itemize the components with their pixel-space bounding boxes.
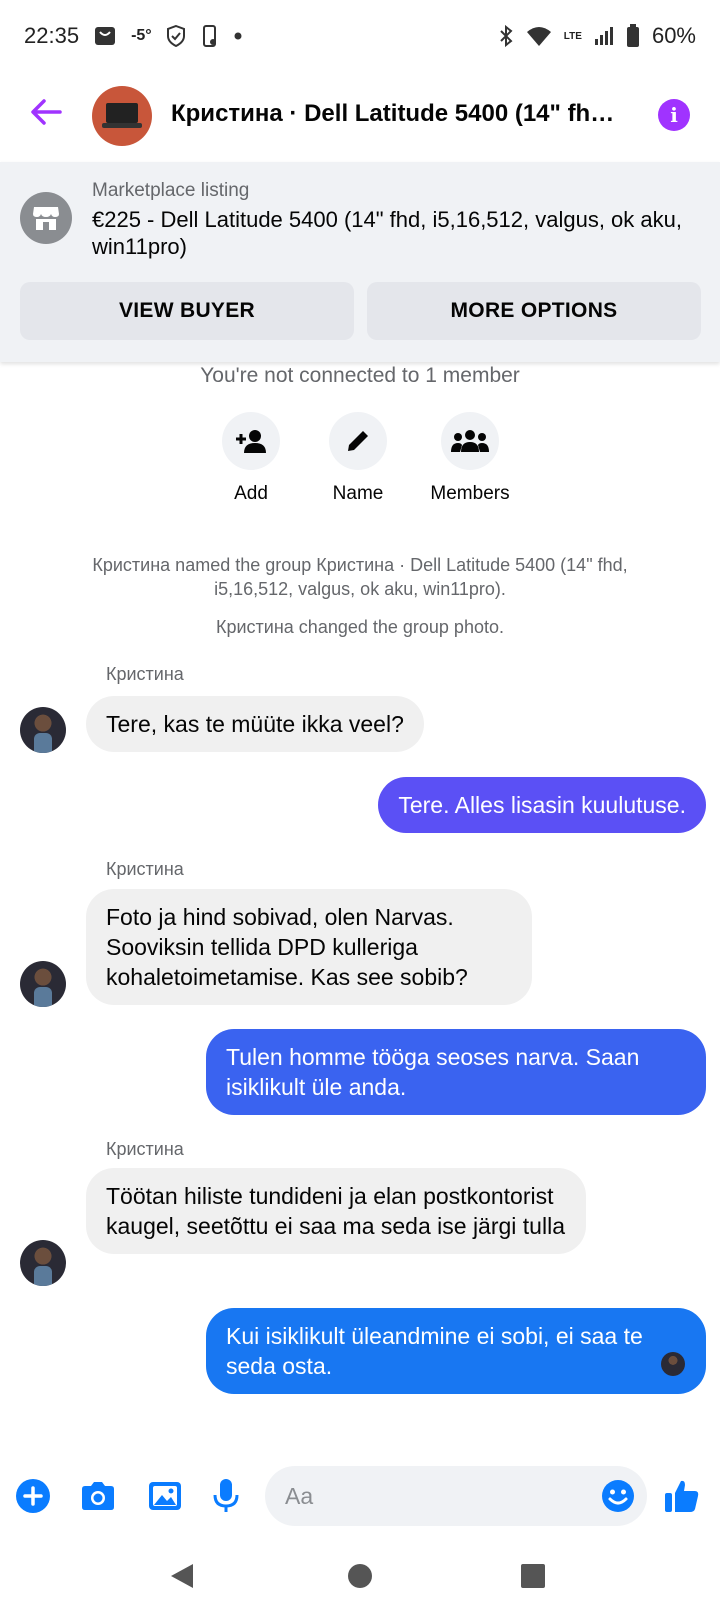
system-message-renamed: Кристина named the group Кристина · Dell… (92, 555, 628, 599)
wifi-icon (526, 25, 552, 47)
battery-percent: 60% (651, 23, 696, 48)
name-label: Name (332, 483, 384, 504)
shopping-bag-icon (93, 24, 117, 48)
marketplace-label: Marketplace listing (92, 180, 250, 201)
thumbs-up-icon (665, 1480, 699, 1512)
group-actions: Add Name Members (0, 412, 720, 512)
square-recents-icon (521, 1564, 545, 1588)
message-input-wrapper (265, 1466, 647, 1526)
plus-button[interactable] (11, 1474, 55, 1518)
seen-avatar (661, 1352, 685, 1376)
microphone-icon (213, 1479, 239, 1512)
group-avatar[interactable] (92, 86, 152, 146)
dot-icon (234, 32, 242, 40)
circle-home-icon (348, 1564, 372, 1588)
clock: 22:35 (24, 23, 80, 48)
message-outgoing[interactable]: Tulen homme tööga seoses narva. Saan isi… (206, 1029, 706, 1115)
message-outgoing[interactable]: Kui isiklikult üleandmine ei sobi, ei sa… (206, 1308, 706, 1394)
sender-name: Кристина (106, 1139, 184, 1159)
add-label: Add (234, 483, 268, 504)
storefront-icon (20, 192, 72, 244)
sender-avatar[interactable] (20, 707, 66, 753)
nav-home-button[interactable] (342, 1558, 378, 1594)
nav-recents-button[interactable] (515, 1558, 551, 1594)
info-button[interactable]: i (658, 99, 690, 131)
image-icon (149, 1482, 181, 1510)
add-person-icon (236, 430, 266, 453)
status-bar: 22:35 -5° LTE 60% (0, 0, 720, 72)
nav-back-button[interactable] (164, 1558, 200, 1594)
voice-button[interactable] (204, 1474, 248, 1518)
members-action[interactable]: Members (415, 412, 525, 505)
more-options-button[interactable]: MORE OPTIONS (367, 282, 701, 340)
not-connected-notice: You're not connected to 1 member (200, 364, 520, 387)
pencil-icon (348, 431, 368, 451)
smiley-icon (602, 1480, 634, 1512)
chat-title[interactable]: Кристина · Dell Latitude 5400 (14" fhd, … (171, 100, 626, 128)
message-incoming[interactable]: Tere, kas te müüte ikka veel? (86, 696, 424, 752)
triangle-back-icon (171, 1564, 193, 1588)
system-message-photo: Кристина changed the group photo. (216, 617, 504, 637)
add-member-action[interactable]: Add (196, 412, 306, 505)
bluetooth-icon (498, 24, 514, 48)
sender-name: Кристина (106, 859, 184, 879)
message-outgoing[interactable]: Tere. Alles lisasin kuulutuse. (378, 777, 706, 833)
camera-button[interactable] (76, 1474, 120, 1518)
chat-header: Кристина · Dell Latitude 5400 (14" fhd, … (0, 78, 720, 160)
battery-icon (626, 24, 640, 48)
laptop-icon (106, 103, 138, 123)
back-button[interactable] (26, 92, 66, 132)
android-nav-bar (0, 1540, 720, 1612)
marketplace-listing-panel: Marketplace listing €225 - Dell Latitude… (0, 162, 720, 362)
view-buyer-button[interactable]: VIEW BUYER (20, 282, 354, 340)
phone-vibrate-icon (200, 24, 220, 48)
camera-icon (82, 1482, 114, 1510)
emoji-button[interactable] (601, 1479, 635, 1513)
name-group-action[interactable]: Name (303, 412, 413, 505)
shield-icon (166, 25, 186, 47)
like-button[interactable] (660, 1474, 704, 1518)
network-type: LTE (563, 30, 582, 42)
message-incoming[interactable]: Töötan hiliste tundideni ja elan postkon… (86, 1168, 586, 1254)
message-composer (0, 1456, 720, 1536)
arrow-left-icon (31, 99, 62, 125)
listing-title[interactable]: €225 - Dell Latitude 5400 (14" fhd, i5,1… (92, 206, 702, 260)
plus-icon (16, 1479, 50, 1513)
group-icon (451, 430, 489, 452)
gallery-button[interactable] (143, 1474, 187, 1518)
info-icon: i (670, 103, 678, 127)
signal-icon (594, 26, 614, 46)
temperature: -5° (131, 27, 152, 44)
sender-avatar[interactable] (20, 1240, 66, 1286)
members-label: Members (430, 483, 510, 504)
message-incoming[interactable]: Foto ja hind sobivad, olen Narvas. Soovi… (86, 889, 532, 1005)
message-input[interactable] (285, 1476, 585, 1516)
sender-avatar[interactable] (20, 961, 66, 1007)
sender-name: Кристина (106, 664, 184, 684)
